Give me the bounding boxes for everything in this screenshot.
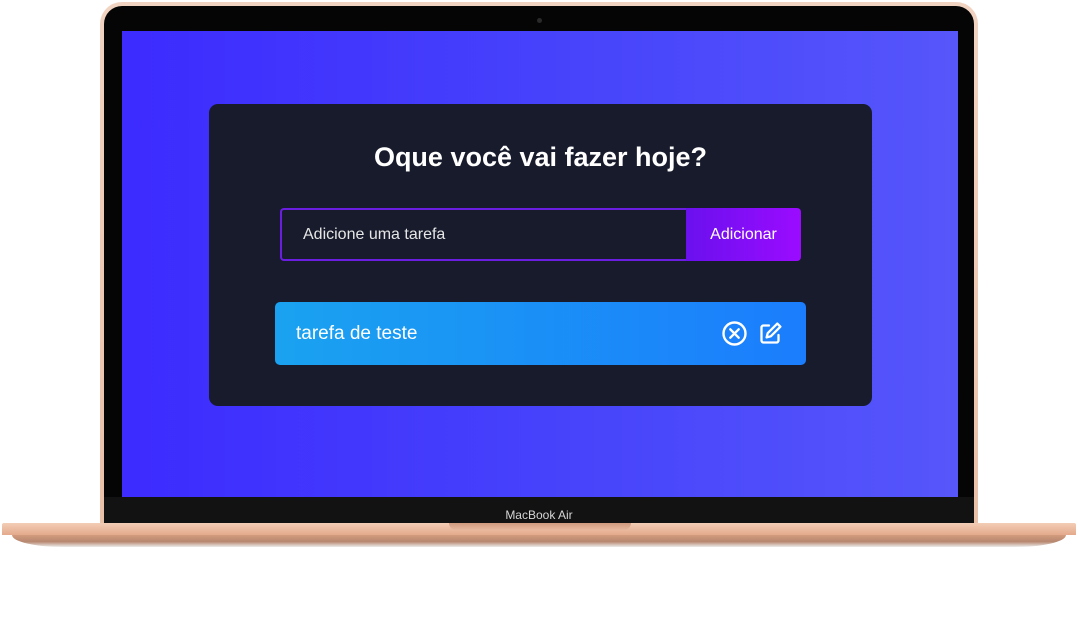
add-task-form: Adicionar (280, 208, 801, 261)
laptop-hinge-notch (449, 523, 631, 530)
edit-task-button[interactable] (756, 320, 784, 348)
delete-task-button[interactable] (720, 320, 748, 348)
camera-icon (537, 18, 542, 23)
laptop-mockup: Oque você vai fazer hoje? Adicionar tare… (0, 0, 1078, 624)
task-item: tarefa de teste (275, 302, 806, 365)
todo-card: Oque você vai fazer hoje? Adicionar tare… (209, 104, 872, 406)
device-model-label: MacBook Air (505, 508, 573, 522)
close-circle-icon (721, 321, 747, 346)
task-input[interactable] (280, 208, 687, 261)
app-screen: Oque você vai fazer hoje? Adicionar tare… (122, 31, 958, 497)
add-task-button[interactable]: Adicionar (686, 208, 801, 261)
task-text: tarefa de teste (296, 322, 418, 344)
page-title: Oque você vai fazer hoje? (373, 142, 708, 172)
laptop-base-edge (12, 535, 1066, 547)
edit-icon (759, 322, 782, 344)
